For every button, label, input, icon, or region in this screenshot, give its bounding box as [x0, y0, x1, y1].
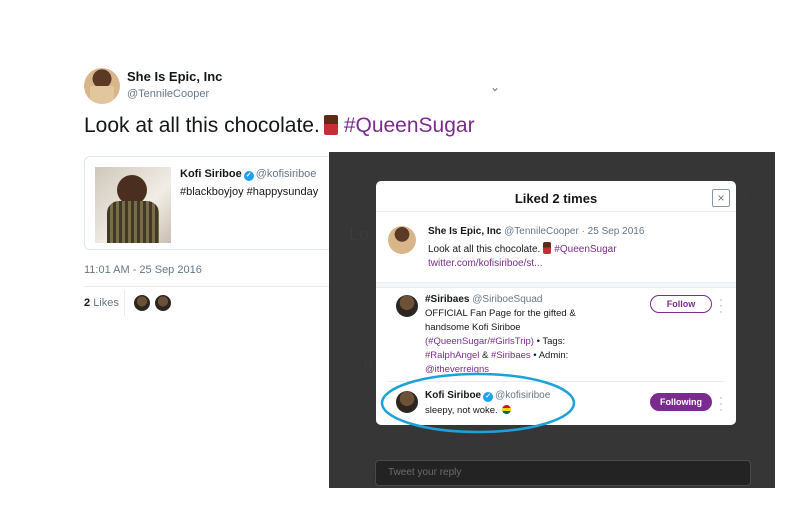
liked-by-dialog: Liked 2 times × She Is Epic, Inc @Tennil…: [376, 181, 736, 425]
liker-row[interactable]: #Siribaes @SiriboeSquad OFFICIAL Fan Pag…: [376, 289, 736, 381]
author-handle[interactable]: @TennileCooper: [127, 88, 209, 100]
likes-count-link[interactable]: 2 Likes: [84, 297, 119, 309]
bio-text: &: [479, 350, 492, 361]
original-author-meta: @TennileCooper · 25 Sep 2016: [504, 226, 645, 237]
liker-name: Kofi Siriboe: [425, 390, 482, 401]
liker-avatar[interactable]: [396, 391, 418, 413]
dialog-title: Liked 2 times: [514, 191, 598, 206]
original-author-name: She Is Epic, Inc: [428, 226, 502, 237]
likes-count: 2: [84, 297, 91, 309]
ghana-flag-icon: [502, 405, 512, 414]
liker-handle: @kofisiriboe: [495, 390, 551, 401]
liker-handle: @SiriboeSquad: [472, 294, 543, 305]
original-tweet-text: Look at all this chocolate. #QueenSugar: [428, 242, 617, 255]
author-avatar[interactable]: [388, 226, 416, 254]
liker-name-line[interactable]: #Siribaes @SiriboeSquad: [425, 294, 542, 305]
chocolate-emoji-icon: [543, 242, 552, 254]
tweet-url-link[interactable]: twitter.com/kofisiriboe/st...: [428, 258, 542, 269]
following-button[interactable]: Following: [650, 393, 712, 411]
liker-avatar[interactable]: [155, 295, 171, 311]
verified-badge-icon: ✓: [243, 171, 254, 181]
quoted-author-name: Kofi Siriboe: [180, 168, 242, 180]
divider: [124, 290, 125, 316]
liker-avatar[interactable]: [396, 295, 418, 317]
liker-bio: OFFICIAL Fan Page for the gifted & hands…: [425, 307, 605, 377]
bio-link[interactable]: (#QueenSugar/#GirlsTrip): [425, 336, 534, 347]
liker-avatar[interactable]: [134, 295, 150, 311]
original-body: Look at all this chocolate.: [428, 244, 541, 255]
quoted-tweet-photo[interactable]: [95, 167, 171, 243]
bio-line: handsome Kofi Siriboe: [425, 322, 521, 333]
more-options-icon[interactable]: · · ·: [718, 295, 724, 318]
chevron-down-icon[interactable]: ⌄: [490, 80, 500, 94]
tweet-text: Look at all this chocolate. #QueenSugar: [84, 114, 475, 138]
section-divider: [376, 282, 736, 288]
author-avatar[interactable]: [84, 68, 120, 104]
tweet-timestamp[interactable]: 11:01 AM - 25 Sep 2016: [84, 264, 202, 276]
chocolate-emoji-icon: [323, 115, 338, 135]
reply-input[interactable]: Tweet your reply: [375, 460, 751, 486]
original-tweet[interactable]: She Is Epic, Inc @TennileCooper · 25 Sep…: [376, 212, 736, 282]
bio-text: • Admin:: [530, 350, 569, 361]
quoted-author[interactable]: Kofi Siriboe ✓ @kofisiriboe: [180, 168, 316, 181]
more-options-icon[interactable]: · · ·: [718, 393, 724, 416]
hashtag-link[interactable]: #QueenSugar: [554, 244, 616, 255]
ghost-timestamp: 11: [363, 358, 375, 370]
quoted-author-handle: @kofisiriboe: [255, 168, 317, 180]
bio-link[interactable]: #RalphAngel: [425, 350, 479, 361]
follow-button[interactable]: Follow: [650, 295, 712, 313]
ghost-chevron-icon: ⌄: [741, 187, 751, 199]
liker-row[interactable]: Kofi Siriboe ✓ @kofisiriboe sleepy, not wo…: [376, 382, 736, 425]
bio-link[interactable]: #Siribaes: [491, 350, 531, 361]
bio-line: (#QueenSugar/#GirlsTrip) • Tags:: [425, 335, 605, 349]
divider: [84, 286, 329, 287]
close-icon[interactable]: ×: [712, 189, 730, 207]
hashtag-link[interactable]: #QueenSugar: [344, 114, 475, 137]
quoted-tweet-card[interactable]: Kofi Siriboe ✓ @kofisiriboe #blackboyjoy #…: [84, 156, 329, 250]
bio-text: • Tags:: [533, 336, 566, 347]
tweet-body: Look at all this chocolate.: [84, 114, 320, 137]
author-name[interactable]: She Is Epic, Inc: [127, 69, 222, 84]
liker-name: #Siribaes: [425, 294, 470, 305]
quoted-tweet-text: #blackboyjoy #happysunday: [180, 186, 319, 198]
bio-line: OFFICIAL Fan Page for the gifted &: [425, 308, 576, 319]
bio-text: sleepy, not woke.: [425, 405, 498, 416]
ghost-tweet-text: Lo: [349, 224, 370, 244]
bio-line: #RalphAngel & #Siribaes • Admin:: [425, 349, 605, 363]
verified-badge-icon: ✓: [483, 392, 494, 402]
original-author[interactable]: She Is Epic, Inc @TennileCooper · 25 Sep…: [428, 226, 644, 237]
bio-link[interactable]: @itheverreigns: [425, 363, 605, 377]
likes-label: Likes: [93, 297, 119, 309]
liker-name-line[interactable]: Kofi Siriboe ✓ @kofisiriboe: [425, 390, 550, 402]
liker-bio: sleepy, not woke.: [425, 404, 605, 418]
